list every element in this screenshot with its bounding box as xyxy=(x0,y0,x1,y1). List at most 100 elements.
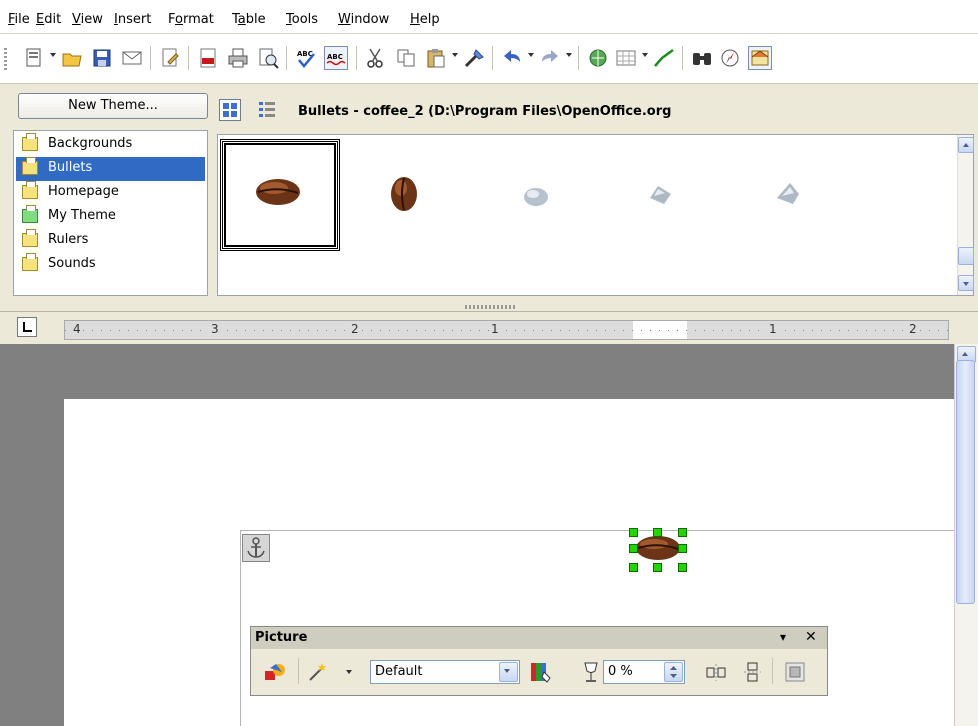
hyperlink-icon[interactable] xyxy=(586,46,610,70)
table-icon[interactable] xyxy=(614,46,638,70)
picture-toolbar-titlebar[interactable] xyxy=(251,627,827,649)
undo-icon[interactable] xyxy=(500,46,524,70)
resize-handle[interactable] xyxy=(653,528,662,537)
folder-icon xyxy=(22,229,38,247)
menu-file[interactable]: File xyxy=(8,12,30,27)
theme-item-my-theme[interactable]: My Theme xyxy=(16,205,205,229)
ruler-label: 1 xyxy=(767,322,779,336)
theme-item-bullets[interactable]: Bullets xyxy=(16,157,205,181)
cut-icon[interactable] xyxy=(364,46,388,70)
document-scroll-thumb[interactable] xyxy=(956,360,975,604)
inserted-picture[interactable] xyxy=(629,528,687,572)
gallery-item-pebble-1[interactable] xyxy=(520,184,552,210)
transparency-field[interactable]: 0 % xyxy=(603,660,685,684)
gallery-item-coffee-bean-2[interactable] xyxy=(384,174,424,214)
svg-text:ABC: ABC xyxy=(327,53,343,61)
horizontal-ruler[interactable]: 4 3 2 1 1 2 xyxy=(64,320,949,340)
ruler-label: 1 xyxy=(489,322,501,336)
resize-handle[interactable] xyxy=(629,544,638,553)
email-icon[interactable] xyxy=(120,46,144,70)
transparency-icon xyxy=(580,660,602,684)
folder-icon xyxy=(22,157,38,175)
ruler-label: 3 xyxy=(209,322,221,336)
graphics-filter-icon[interactable] xyxy=(262,660,288,684)
resize-handle[interactable] xyxy=(678,544,687,553)
theme-item-homepage[interactable]: Homepage xyxy=(16,181,205,205)
new-theme-button[interactable]: New Theme... xyxy=(18,93,208,119)
edit-file-icon[interactable] xyxy=(158,46,182,70)
frame-properties-icon[interactable] xyxy=(782,660,808,684)
gallery-item-pebble-2[interactable] xyxy=(644,180,676,208)
chevron-down-icon[interactable] xyxy=(499,662,518,682)
toolbar-grip-icon[interactable] xyxy=(4,48,7,70)
show-draw-functions-icon[interactable] xyxy=(652,46,676,70)
tab-stop-selector[interactable] xyxy=(17,317,37,337)
panel-splitter[interactable] xyxy=(465,305,515,309)
paste-dropdown-icon[interactable] xyxy=(452,53,458,57)
find-replace-icon[interactable] xyxy=(690,46,714,70)
resize-handle[interactable] xyxy=(629,563,638,572)
auto-spellcheck-icon[interactable]: ABC xyxy=(324,46,348,70)
detailed-view-button[interactable] xyxy=(256,99,278,121)
resize-handle[interactable] xyxy=(653,563,662,572)
theme-item-backgrounds[interactable]: Backgrounds xyxy=(16,133,205,157)
spellcheck-icon[interactable]: ABC xyxy=(294,46,318,70)
theme-item-sounds[interactable]: Sounds xyxy=(16,253,205,277)
theme-item-rulers[interactable]: Rulers xyxy=(16,229,205,253)
scroll-thumb[interactable] xyxy=(958,247,974,265)
flip-horizontally-icon[interactable] xyxy=(703,660,729,684)
color-icon[interactable] xyxy=(528,660,556,684)
menu-table[interactable]: Table xyxy=(232,12,266,27)
gallery-title: Bullets - coffee_2 (D:\Program Files\Ope… xyxy=(298,104,672,119)
open-folder-icon[interactable] xyxy=(60,46,84,70)
gallery-item-coffee-bean-1[interactable] xyxy=(250,174,306,210)
new-document-icon[interactable] xyxy=(22,46,46,70)
gallery-scrollbar[interactable] xyxy=(957,135,974,295)
undo-dropdown-icon[interactable] xyxy=(528,53,534,57)
paste-icon[interactable] xyxy=(424,46,448,70)
theme-list: Backgrounds Bullets Homepage My Theme Ru… xyxy=(13,130,208,296)
menu-format[interactable]: Format xyxy=(168,12,214,27)
left-tab-icon xyxy=(23,322,32,332)
anchor-icon[interactable] xyxy=(242,534,270,562)
resize-handle[interactable] xyxy=(678,563,687,572)
close-icon[interactable]: ✕ xyxy=(805,629,817,645)
magic-wand-icon[interactable] xyxy=(306,660,336,684)
flip-vertically-icon[interactable] xyxy=(740,660,764,684)
menu-window[interactable]: Window xyxy=(338,12,389,27)
gallery-icon[interactable] xyxy=(748,46,772,70)
export-pdf-icon[interactable] xyxy=(196,46,220,70)
resize-handle[interactable] xyxy=(678,528,687,537)
toolbar-menu-button[interactable]: ▾ xyxy=(780,630,786,644)
print-preview-icon[interactable] xyxy=(256,46,280,70)
spin-buttons[interactable] xyxy=(664,662,683,682)
graphics-mode-select[interactable]: Default xyxy=(370,660,520,684)
new-dropdown-icon[interactable] xyxy=(50,53,56,57)
icon-view-button[interactable] xyxy=(219,99,241,121)
folder-icon xyxy=(22,253,38,271)
copy-icon[interactable] xyxy=(394,46,418,70)
standard-toolbar: ABC ABC xyxy=(0,34,978,84)
navigator-icon[interactable] xyxy=(718,46,742,70)
menu-tools[interactable]: Tools xyxy=(286,12,318,27)
table-dropdown-icon[interactable] xyxy=(642,53,648,57)
redo-dropdown-icon[interactable] xyxy=(566,53,572,57)
detailed-view-icon xyxy=(259,102,275,117)
menu-bar: File Edit View Insert Format Table Tools… xyxy=(0,0,978,34)
resize-handle[interactable] xyxy=(629,528,638,537)
redo-icon[interactable] xyxy=(538,46,562,70)
ruler-label: 2 xyxy=(349,322,361,336)
menu-help[interactable]: Help xyxy=(410,12,440,27)
picture-toolbar-title: Picture xyxy=(255,630,308,645)
icon-view-icon xyxy=(223,103,237,117)
graphics-mode-dropdown-icon[interactable] xyxy=(346,670,352,674)
menu-edit[interactable]: Edit xyxy=(36,12,61,27)
save-icon[interactable] xyxy=(90,46,114,70)
scroll-down-button[interactable] xyxy=(958,275,974,291)
print-icon[interactable] xyxy=(226,46,250,70)
menu-insert[interactable]: Insert xyxy=(114,12,151,27)
gallery-item-pebble-3[interactable] xyxy=(772,178,804,208)
scroll-up-button[interactable] xyxy=(958,137,974,153)
menu-view[interactable]: View xyxy=(72,12,103,27)
clone-formatting-icon[interactable] xyxy=(462,46,486,70)
